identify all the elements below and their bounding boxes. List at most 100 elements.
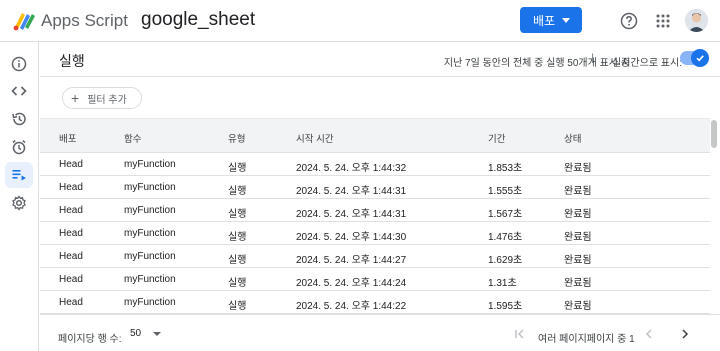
table-row[interactable]: Head myFunction 실행 2024. 5. 24. 오후 1:44:… — [40, 222, 710, 245]
cell-function: myFunction — [124, 274, 176, 285]
cell-duration: 1.595초 — [488, 301, 523, 312]
cell-duration: 1.853초 — [488, 163, 523, 174]
first-page-button[interactable] — [511, 325, 529, 343]
cell-function: myFunction — [124, 251, 176, 262]
apps-script-logo — [13, 13, 35, 31]
cell-type: 실행 — [228, 186, 247, 197]
settings-icon — [12, 195, 26, 211]
table-row[interactable]: Head myFunction 실행 2024. 5. 24. 오후 1:44:… — [40, 153, 710, 176]
project-name[interactable]: google_sheet — [141, 9, 255, 31]
cell-deployment: Head — [59, 182, 83, 193]
cell-type: 실행 — [228, 301, 247, 312]
column-header-function[interactable]: 함수 — [124, 131, 141, 145]
chevron-left-icon — [645, 329, 652, 339]
cell-function: myFunction — [124, 159, 176, 170]
deploy-button-label: 배포 — [533, 13, 556, 28]
cell-status: 완료됨 — [564, 232, 592, 243]
top-bar: Apps Script google_sheet 배포 — [0, 0, 720, 42]
side-nav — [0, 42, 39, 351]
column-header-deployment[interactable]: 배포 — [59, 131, 76, 145]
executions-icon — [12, 170, 26, 181]
sidebar-item-executions[interactable] — [5, 162, 33, 188]
column-header-type[interactable]: 유형 — [228, 131, 245, 145]
cell-start-time: 2024. 5. 24. 오후 1:44:30 — [296, 232, 407, 243]
cell-duration: 1.476초 — [488, 232, 523, 243]
rows-per-page-value: 50 — [130, 328, 142, 339]
page-info: 여러 페이지페이지 중 1 — [538, 334, 635, 345]
add-filter-button[interactable]: + 필터 추가 — [62, 87, 142, 109]
help-icon[interactable] — [617, 9, 641, 33]
next-page-button[interactable] — [676, 325, 694, 343]
cell-status: 완료됨 — [564, 186, 592, 197]
cell-status: 완료됨 — [564, 301, 592, 312]
sidebar-item-triggers[interactable] — [5, 134, 33, 160]
chevron-down-icon — [562, 18, 570, 23]
table-row[interactable]: Head myFunction 실행 2024. 5. 24. 오후 1:44:… — [40, 245, 710, 268]
cell-start-time: 2024. 5. 24. 오후 1:44:32 — [296, 163, 407, 174]
cell-type: 실행 — [228, 255, 247, 266]
table-row[interactable]: Head myFunction 실행 2024. 5. 24. 오후 1:44:… — [40, 176, 710, 199]
cell-deployment: Head — [59, 159, 83, 170]
column-header-start-time[interactable]: 시작 시간 — [296, 131, 334, 145]
sidebar-item-overview[interactable] — [5, 51, 33, 77]
separator: | — [591, 53, 594, 64]
table-row[interactable]: Head myFunction 실행 2024. 5. 24. 오후 1:44:… — [40, 199, 710, 222]
cell-duration: 1.31초 — [488, 278, 517, 289]
first-page-icon — [515, 329, 524, 339]
rows-per-page-select[interactable]: 50 — [130, 328, 162, 339]
info-icon — [11, 56, 27, 72]
plus-icon: + — [71, 90, 80, 106]
cell-function: myFunction — [124, 228, 176, 239]
cell-function: myFunction — [124, 205, 176, 216]
page-title: 실행 — [59, 53, 85, 69]
cell-start-time: 2024. 5. 24. 오후 1:44:24 — [296, 278, 407, 289]
realtime-label: 실시간으로 표시: — [612, 58, 682, 69]
cell-type: 실행 — [228, 163, 247, 174]
table-scrollbar[interactable] — [711, 120, 717, 148]
code-icon — [11, 86, 27, 96]
cell-type: 실행 — [228, 209, 247, 220]
cell-status: 완료됨 — [564, 209, 592, 220]
cell-status: 완료됨 — [564, 255, 592, 266]
divider — [40, 76, 720, 77]
cell-duration: 1.555초 — [488, 186, 523, 197]
chevron-down-icon — [153, 331, 162, 336]
table-row[interactable]: Head myFunction 실행 2024. 5. 24. 오후 1:44:… — [40, 268, 710, 291]
cell-deployment: Head — [59, 297, 83, 308]
realtime-toggle[interactable] — [680, 49, 709, 67]
cell-type: 실행 — [228, 278, 247, 289]
cell-start-time: 2024. 5. 24. 오후 1:44:31 — [296, 209, 407, 220]
app-name: Apps Script — [41, 11, 128, 30]
deploy-button[interactable]: 배포 — [520, 7, 582, 33]
chevron-right-icon — [682, 329, 689, 339]
previous-page-button[interactable] — [640, 325, 658, 343]
cell-deployment: Head — [59, 205, 83, 216]
cell-start-time: 2024. 5. 24. 오후 1:44:22 — [296, 301, 407, 312]
avatar[interactable] — [685, 9, 708, 32]
rows-per-page-label: 페이지당 행 수: — [58, 334, 122, 345]
cell-start-time: 2024. 5. 24. 오후 1:44:31 — [296, 186, 407, 197]
apps-grid-icon[interactable] — [651, 9, 675, 33]
sidebar-item-history[interactable] — [5, 106, 33, 132]
column-header-status[interactable]: 상태 — [564, 131, 581, 145]
sidebar-item-editor[interactable] — [5, 78, 33, 104]
cell-status: 완료됨 — [564, 278, 592, 289]
history-icon — [12, 112, 26, 126]
alarm-icon — [12, 140, 26, 155]
cell-deployment: Head — [59, 274, 83, 285]
cell-function: myFunction — [124, 297, 176, 308]
add-filter-label: 필터 추가 — [87, 94, 127, 106]
cell-status: 완료됨 — [564, 163, 592, 174]
cell-deployment: Head — [59, 251, 83, 262]
column-header-duration[interactable]: 기간 — [488, 131, 505, 145]
sidebar-item-settings[interactable] — [5, 190, 33, 216]
table-header: 배포 함수 유형 시작 시간 기간 상태 — [40, 118, 710, 153]
cell-type: 실행 — [228, 232, 247, 243]
pagination-bar: 페이지당 행 수: 50 여러 페이지페이지 중 1 — [40, 314, 720, 351]
cell-start-time: 2024. 5. 24. 오후 1:44:27 — [296, 255, 407, 266]
cell-deployment: Head — [59, 228, 83, 239]
main-panel: 실행 지난 7일 동안의 전체 중 실행 50개개 표시 중 | 실시간으로 표… — [40, 42, 720, 351]
cell-duration: 1.629초 — [488, 255, 523, 266]
cell-function: myFunction — [124, 182, 176, 193]
table-row[interactable]: Head myFunction 실행 2024. 5. 24. 오후 1:44:… — [40, 291, 710, 314]
